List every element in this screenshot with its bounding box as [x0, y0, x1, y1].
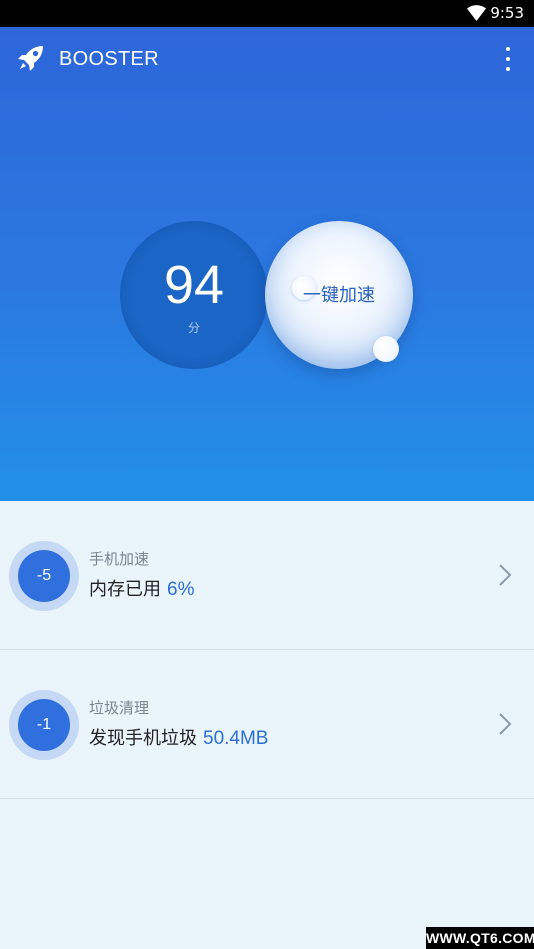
score-circle: 94 分	[120, 221, 268, 369]
task-badge-ring: -5	[9, 541, 79, 611]
task-detail-label: 内存已用	[89, 579, 161, 600]
task-title: 垃圾清理	[89, 699, 150, 717]
task-title: 手机加速	[89, 550, 150, 568]
boost-button-label: 一键加速	[303, 285, 375, 306]
app-bar: BOOSTER	[0, 27, 534, 91]
score-value: 94	[163, 255, 225, 315]
task-badge-ring: -1	[9, 690, 79, 760]
app-title: BOOSTER	[59, 48, 159, 70]
wifi-icon	[467, 5, 486, 21]
task-detail: 内存已用 6%	[89, 578, 194, 602]
task-list: -5 手机加速 内存已用 6% -1 垃圾清理 发现手机垃圾 50.4MB	[0, 501, 534, 799]
task-detail-value: 6%	[167, 579, 195, 600]
hero-panel: BOOSTER 94 分 一键加速	[0, 27, 534, 501]
more-vert-icon[interactable]	[498, 45, 518, 73]
task-detail-label: 发现手机垃圾	[89, 728, 197, 749]
status-time: 9:53	[490, 4, 524, 22]
task-badge: -5	[18, 550, 70, 602]
task-detail-value: 50.4MB	[203, 728, 269, 749]
chevron-right-icon	[499, 713, 512, 735]
watermark: WWW.QT6.COM	[426, 927, 534, 949]
one-tap-boost-button[interactable]: 一键加速	[265, 221, 413, 369]
task-badge: -1	[18, 699, 70, 751]
bubble-highlight	[373, 336, 399, 362]
task-detail: 发现手机垃圾 50.4MB	[89, 727, 268, 751]
chevron-right-icon	[499, 564, 512, 586]
task-row-junk-clean[interactable]: -1 垃圾清理 发现手机垃圾 50.4MB	[0, 650, 534, 799]
score-unit: 分	[187, 321, 200, 335]
rocket-icon	[18, 46, 43, 71]
status-bar: 9:53	[0, 0, 534, 27]
task-row-phone-boost[interactable]: -5 手机加速 内存已用 6%	[0, 501, 534, 650]
